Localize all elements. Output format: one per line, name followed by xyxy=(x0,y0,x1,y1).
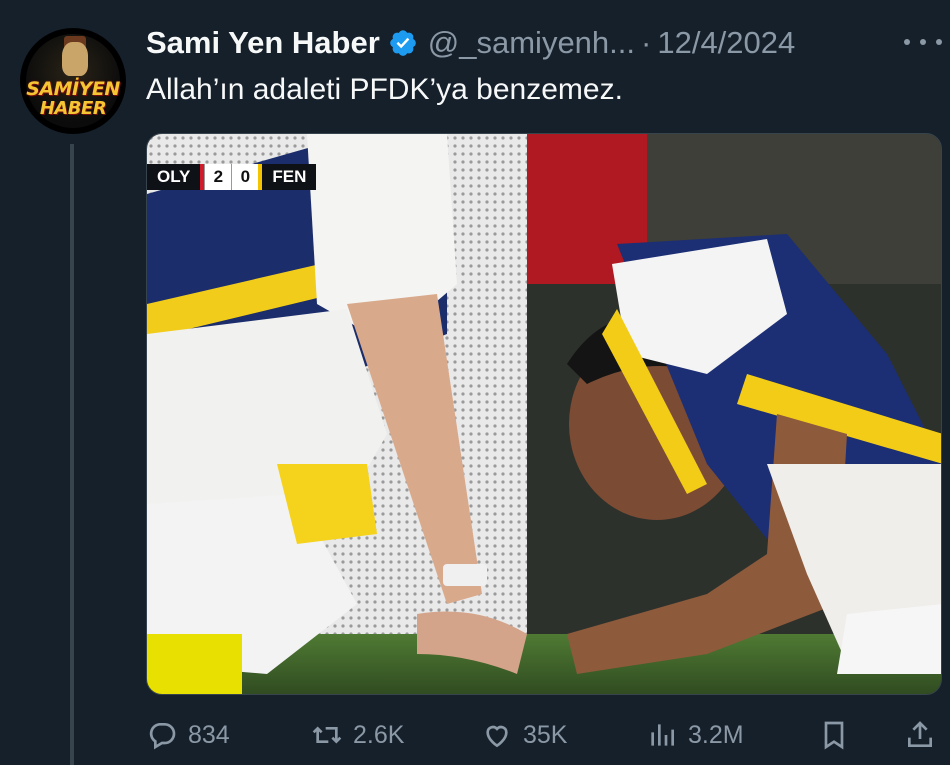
views-count: 3.2M xyxy=(688,720,744,749)
thread-line xyxy=(70,144,74,765)
avatar-logo-line2: HABER xyxy=(39,98,107,119)
bookmark-icon xyxy=(824,721,844,750)
more-options-icon[interactable] xyxy=(904,30,942,54)
scoreboard-away-score: 0 xyxy=(231,164,259,190)
repost-icon xyxy=(312,726,342,744)
like-count: 35K xyxy=(523,720,568,749)
more-dot xyxy=(936,39,942,45)
tweet-header: Sami Yen Haber @_samiyenh... · 12/4/2024 xyxy=(146,22,795,64)
reply-count: 834 xyxy=(188,720,230,749)
scoreboard-home-score: 2 xyxy=(204,164,232,190)
views-icon xyxy=(651,724,674,746)
author-handle[interactable]: @_samiyenh... xyxy=(428,25,635,61)
share-button[interactable] xyxy=(904,712,946,758)
tweet-text: Allah’ın adaleti PFDK’ya benzemez. xyxy=(146,73,623,106)
scoreboard: OLY 2 0 FEN xyxy=(147,164,317,190)
reply-icon xyxy=(149,723,176,750)
scoreboard-home-team: OLY xyxy=(147,164,201,190)
match-photo xyxy=(147,134,941,694)
verified-badge-icon xyxy=(389,30,416,56)
tweet-date[interactable]: 12/4/2024 xyxy=(657,25,795,61)
repost-button[interactable]: 2.6K xyxy=(311,712,404,758)
author-name[interactable]: Sami Yen Haber xyxy=(146,25,380,61)
avatar-figure xyxy=(62,42,88,76)
more-dot xyxy=(904,39,910,45)
share-icon xyxy=(908,721,932,747)
reply-button[interactable]: 834 xyxy=(146,712,230,758)
avatar-logo-line1: SAMİYEN xyxy=(26,78,120,100)
repost-count: 2.6K xyxy=(353,720,405,749)
scoreboard-away-team: FEN xyxy=(262,164,317,190)
tweet-action-bar: 834 2.6K 35K 3.2M xyxy=(146,712,942,758)
like-icon xyxy=(486,725,508,748)
views-button[interactable]: 3.2M xyxy=(646,712,744,758)
author-avatar[interactable]: SAMİYEN HABER xyxy=(20,28,126,134)
more-dot xyxy=(920,39,926,45)
like-button[interactable]: 35K xyxy=(481,712,567,758)
bookmark-button[interactable] xyxy=(818,712,860,758)
tweet-media-image[interactable]: OLY 2 0 FEN xyxy=(146,133,942,695)
header-separator: · xyxy=(641,25,652,60)
